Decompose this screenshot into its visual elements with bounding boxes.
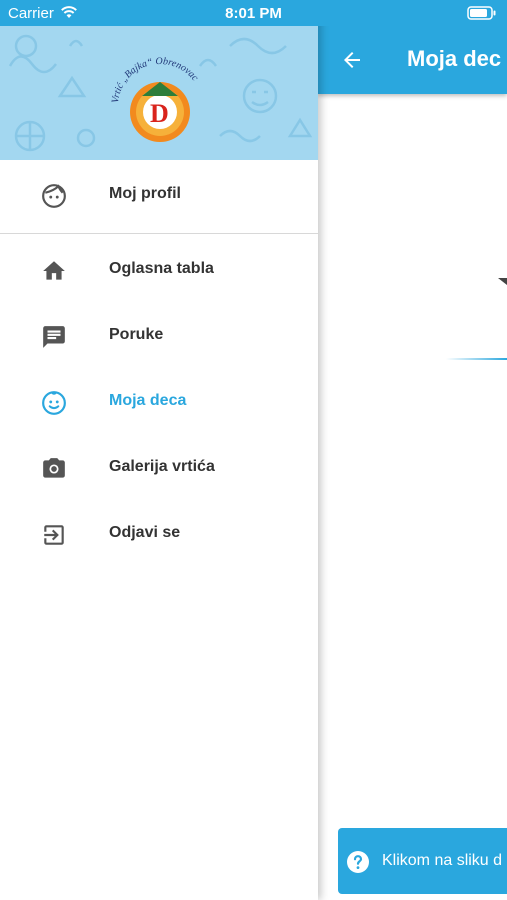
drawer-header: Vrtić „Bajka“ Obrenovac D <box>0 26 318 160</box>
divider <box>0 233 318 234</box>
status-bar: Carrier 8:01 PM <box>0 0 507 26</box>
camera-icon <box>43 458 65 478</box>
loading-indicator <box>498 278 507 285</box>
face-outline-icon <box>42 184 66 208</box>
menu-label-logout: Odjavi se <box>109 524 181 541</box>
navigation-drawer: Vrtić „Bajka“ Obrenovac D Moj profil Ogl… <box>0 0 318 900</box>
message-icon <box>43 326 65 348</box>
menu-item-messages[interactable]: Poruke <box>0 303 318 369</box>
progress-line <box>446 358 507 360</box>
logout-icon <box>44 525 64 545</box>
menu-label-profile: Moj profil <box>109 185 181 202</box>
logo-letter: D <box>150 99 169 128</box>
child-face-icon <box>42 391 66 415</box>
main-screen: Moja dec Klikom na sliku d <box>318 0 507 900</box>
menu-label-my-children: Moja deca <box>109 392 187 409</box>
app-bar: Moja dec <box>318 26 507 94</box>
menu-item-logout[interactable]: Odjavi se <box>0 501 318 567</box>
menu-item-notice-board[interactable]: Oglasna tabla <box>0 237 318 303</box>
kindergarten-logo: Vrtić „Bajka“ Obrenovac D <box>110 56 201 142</box>
menu-item-gallery[interactable]: Galerija vrtića <box>0 435 318 501</box>
menu-item-profile[interactable]: Moj profil <box>0 162 318 228</box>
clock: 8:01 PM <box>225 5 282 22</box>
menu-label-gallery: Galerija vrtića <box>109 458 215 475</box>
hint-banner[interactable]: Klikom na sliku d <box>338 828 507 894</box>
home-icon <box>43 261 65 280</box>
back-arrow-icon[interactable] <box>340 48 364 72</box>
menu-item-my-children[interactable]: Moja deca <box>0 369 318 435</box>
help-icon <box>347 851 369 873</box>
menu-label-notice-board: Oglasna tabla <box>109 260 214 277</box>
hint-text: Klikom na sliku d <box>382 852 503 869</box>
battery-icon <box>467 6 496 20</box>
page-title: Moja dec <box>407 46 502 71</box>
menu-label-messages: Poruke <box>109 326 164 343</box>
